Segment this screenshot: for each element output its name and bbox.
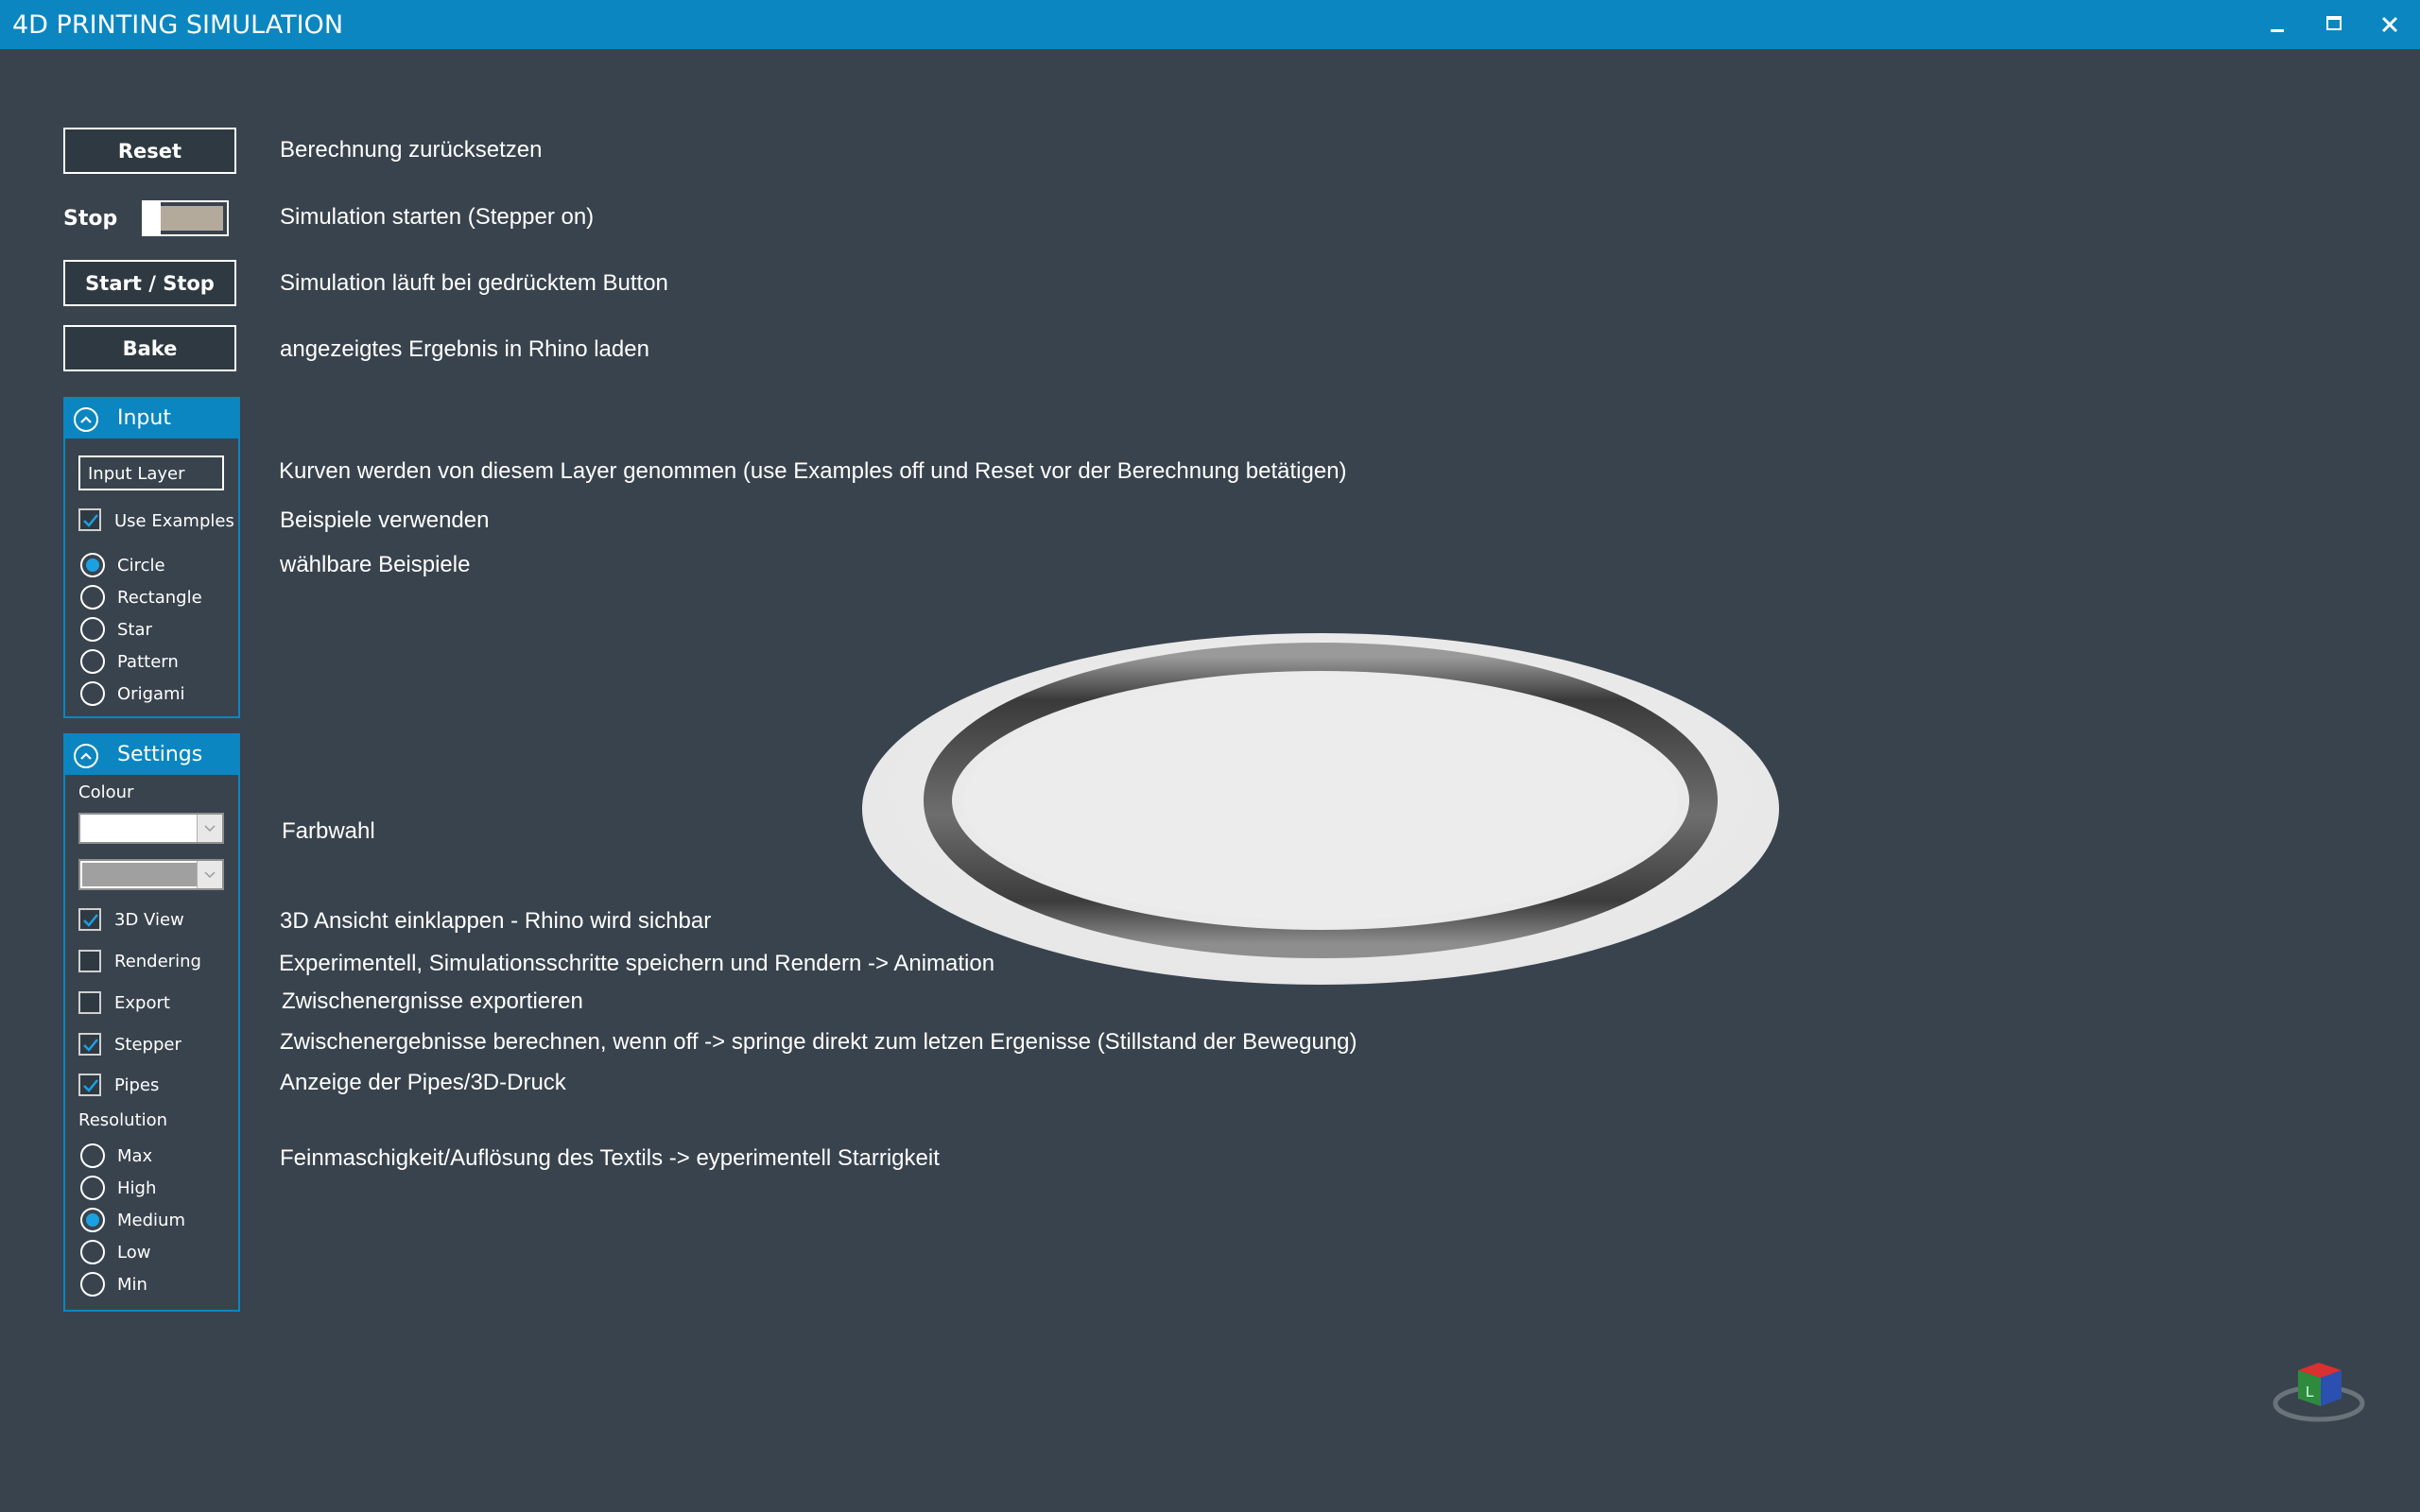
desc-examples: wählbare Beispiele: [280, 552, 471, 577]
resolution-radio-high[interactable]: [80, 1176, 105, 1200]
close-icon: [2381, 16, 2398, 33]
start-stop-button[interactable]: Start / Stop: [63, 260, 236, 306]
input-panel: Input Input Layer Use Examples Circle Re…: [63, 397, 240, 718]
export-label: Export: [114, 993, 170, 1013]
resolution-radio-low[interactable]: [80, 1240, 105, 1264]
pipes-label: Pipes: [114, 1075, 160, 1095]
check-icon: [83, 514, 98, 527]
resolution-radio-max[interactable]: [80, 1143, 105, 1168]
stepper-label: Stepper: [114, 1035, 182, 1055]
view3d-label: 3D View: [114, 910, 184, 930]
example-label-origami: Origami: [117, 684, 185, 704]
maximize-button[interactable]: [2315, 8, 2353, 42]
resolution-radio-medium[interactable]: [80, 1208, 105, 1232]
resolution-label-min: Min: [117, 1275, 147, 1295]
desc-rendering: Experimentell, Simulationsschritte speic…: [279, 951, 995, 976]
use-examples-checkbox[interactable]: [78, 508, 101, 531]
example-label-rectangle: Rectangle: [117, 588, 202, 608]
reset-button[interactable]: Reset: [63, 128, 236, 174]
example-label-pattern: Pattern: [117, 652, 179, 672]
stepper-checkbox[interactable]: [78, 1033, 101, 1056]
toggle-knob[interactable]: [142, 200, 161, 236]
check-icon: [83, 914, 98, 927]
resolution-label-medium: Medium: [117, 1211, 185, 1230]
minimize-button[interactable]: [2259, 8, 2297, 42]
desc-input-layer: Kurven werden von diesem Layer genommen …: [279, 458, 1347, 484]
rendering-label: Rendering: [114, 952, 201, 971]
example-label-circle: Circle: [117, 556, 165, 576]
desc-export: Zwischenergnisse exportieren: [282, 988, 583, 1014]
colour-primary-dropdown[interactable]: [78, 813, 224, 844]
input-layer-field[interactable]: Input Layer: [78, 455, 224, 490]
desc-pipes: Anzeige der Pipes/3D-Druck: [280, 1070, 566, 1095]
desc-resolution: Feinmaschigkeit/Auflösung des Textils ->…: [280, 1145, 940, 1171]
desc-toggle: Simulation starten (Stepper on): [280, 204, 595, 230]
resolution-label-low: Low: [117, 1243, 151, 1263]
svg-text:L: L: [2306, 1384, 2314, 1400]
view3d-checkbox[interactable]: [78, 908, 101, 931]
colour-label: Colour: [78, 782, 134, 802]
settings-panel-title: Settings: [117, 743, 203, 766]
pipes-checkbox[interactable]: [78, 1074, 101, 1096]
desc-colour: Farbwahl: [282, 818, 375, 844]
check-icon: [83, 1039, 98, 1052]
minimize-icon: [2271, 29, 2284, 32]
colour-primary-swatch: [82, 816, 198, 840]
check-icon: [83, 1079, 98, 1092]
stop-label: Stop: [63, 207, 118, 231]
settings-panel: Settings Colour 3D View Rendering Export…: [63, 733, 240, 1312]
resolution-label: Resolution: [78, 1110, 168, 1130]
input-panel-title: Input: [117, 406, 171, 430]
window-title: 4D PRINTING SIMULATION: [12, 10, 344, 40]
example-radio-star[interactable]: [80, 617, 105, 642]
chevron-down-icon[interactable]: [197, 861, 222, 888]
bake-button[interactable]: Bake: [63, 325, 236, 371]
desc-stepper: Zwischenergebnisse berechnen, wenn off -…: [280, 1029, 1357, 1055]
simulation-toggle[interactable]: [142, 200, 229, 236]
resolution-radio-min[interactable]: [80, 1272, 105, 1297]
export-checkbox[interactable]: [78, 991, 101, 1014]
chevron-up-icon[interactable]: [74, 744, 98, 768]
3d-viewport[interactable]: [851, 624, 1787, 992]
chevron-down-icon[interactable]: [197, 815, 222, 842]
navigation-cube-icon[interactable]: L: [2264, 1351, 2368, 1427]
rendering-checkbox[interactable]: [78, 950, 101, 972]
close-button[interactable]: [2371, 8, 2409, 42]
colour-secondary-dropdown[interactable]: [78, 859, 224, 890]
resolution-label-max: Max: [117, 1146, 153, 1166]
example-label-star: Star: [117, 620, 152, 640]
chevron-up-icon[interactable]: [74, 407, 98, 432]
desc-3d-view: 3D Ansicht einklappen - Rhino wird sichb…: [280, 908, 712, 934]
desc-reset: Berechnung zurücksetzen: [280, 137, 543, 163]
example-radio-rectangle[interactable]: [80, 585, 105, 610]
title-bar: 4D PRINTING SIMULATION: [0, 0, 2420, 49]
maximize-icon: [2326, 16, 2342, 30]
example-radio-circle[interactable]: [80, 553, 105, 577]
example-radio-pattern[interactable]: [80, 649, 105, 674]
desc-bake: angezeigtes Ergebnis in Rhino laden: [280, 336, 649, 362]
desc-start-stop: Simulation läuft bei gedrücktem Button: [280, 270, 668, 296]
radio-selected-dot: [86, 1213, 99, 1227]
resolution-label-high: High: [117, 1178, 157, 1198]
radio-selected-dot: [86, 558, 99, 572]
colour-secondary-swatch: [82, 863, 198, 886]
ring-inner-surface: [963, 680, 1678, 920]
example-radio-origami[interactable]: [80, 681, 105, 706]
settings-panel-header[interactable]: Settings: [65, 735, 238, 775]
use-examples-label: Use Examples: [114, 511, 234, 531]
input-panel-header[interactable]: Input: [65, 399, 238, 438]
desc-use-examples: Beispiele verwenden: [280, 507, 490, 533]
